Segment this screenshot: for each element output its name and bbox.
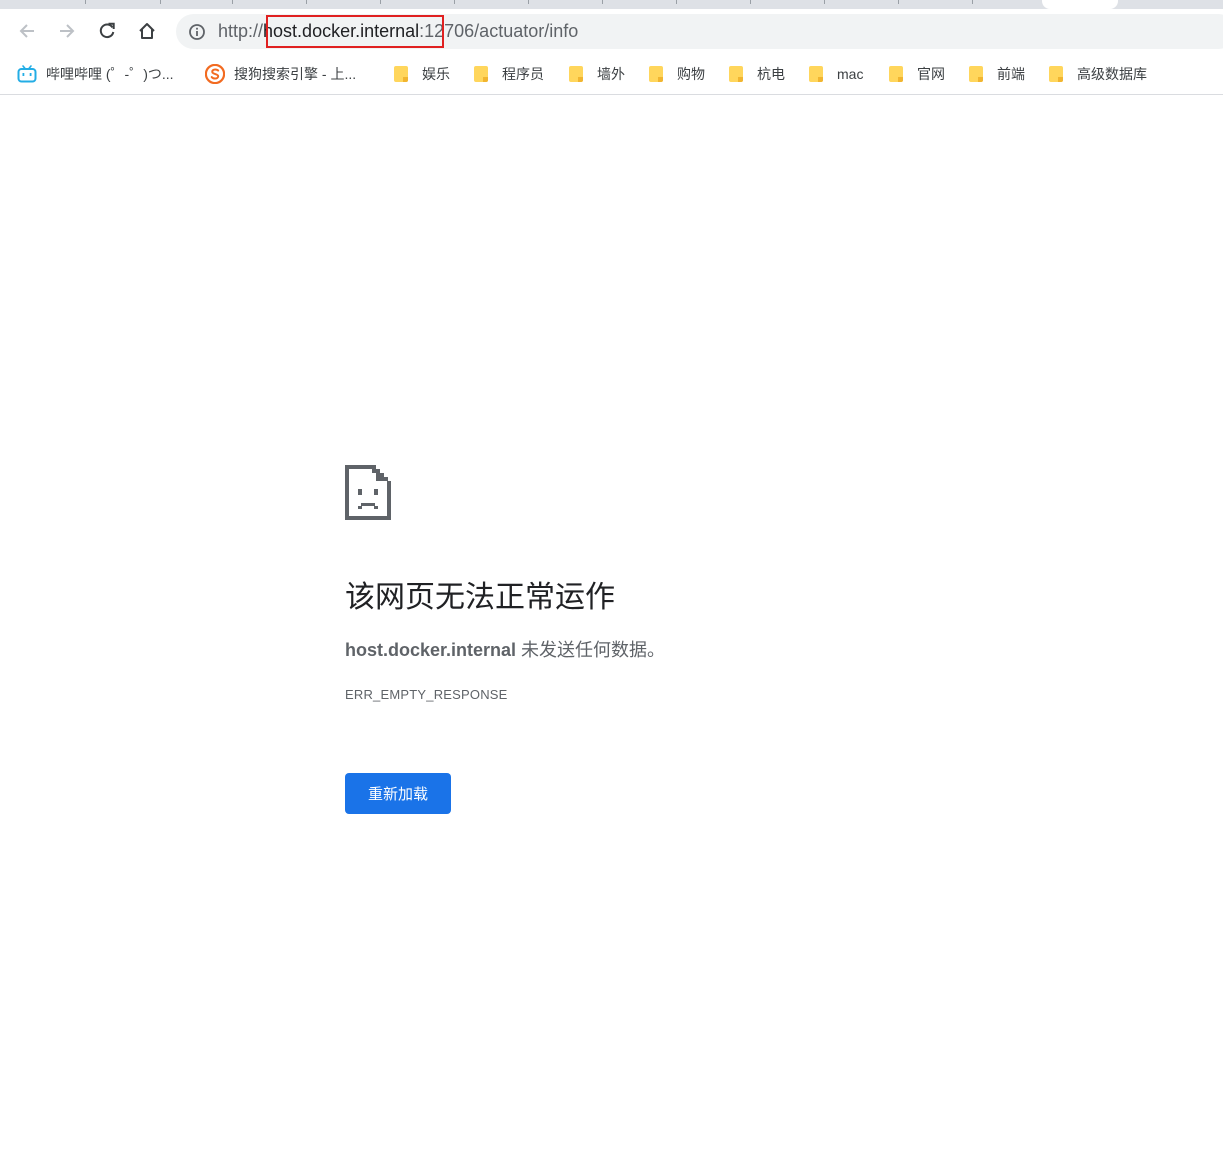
bookmark-bilibili[interactable]: 哔哩哔哩 (゜-゜)つ...: [17, 62, 174, 86]
url-scheme: http://: [218, 21, 264, 41]
folder-icon: [729, 65, 745, 83]
tab-separator: [898, 0, 899, 4]
error-description: host.docker.internal 未发送任何数据。: [345, 638, 665, 662]
sogou-icon: [205, 64, 225, 84]
bookmark-folder[interactable]: 高级数据库: [1047, 62, 1147, 86]
back-button[interactable]: [11, 15, 43, 47]
folder-icon: [394, 65, 410, 83]
bookmark-label: 购物: [677, 66, 705, 82]
url-host: host.docker.internal: [263, 21, 420, 41]
bookmark-label: 搜狗搜索引擎 - 上...: [234, 66, 357, 82]
bookmark-label: 前端: [997, 66, 1025, 82]
bookmark-label: 程序员: [502, 66, 544, 82]
bookmark-label: 哔哩哔哩 (゜-゜)つ...: [46, 66, 174, 82]
tab-separator: [676, 0, 677, 4]
tab-separator: [528, 0, 529, 4]
error-title: 该网页无法正常运作: [345, 581, 615, 614]
tab-separator: [824, 0, 825, 4]
info-icon[interactable]: [188, 23, 206, 41]
bookmark-label: 娱乐: [422, 66, 450, 82]
reload-icon: [99, 22, 115, 39]
bookmark-label: mac: [837, 66, 864, 82]
bookmark-folder[interactable]: 娱乐: [392, 62, 450, 86]
browser-toolbar: http://host.docker.internal:12706/actuat…: [0, 9, 1223, 54]
tab-separator: [380, 0, 381, 4]
bookmark-label: 杭电: [757, 66, 785, 82]
tab-separator: [750, 0, 751, 4]
arrow-right-icon: [60, 24, 75, 38]
active-tab[interactable]: [1042, 0, 1118, 9]
folder-icon: [649, 65, 665, 83]
home-button[interactable]: [131, 15, 163, 47]
arrow-left-icon: [19, 24, 34, 38]
reload-page-button[interactable]: 重新加载: [345, 773, 451, 814]
forward-button[interactable]: [51, 15, 83, 47]
tab-separator: [454, 0, 455, 4]
folder-icon: [969, 65, 985, 83]
url-text[interactable]: http://host.docker.internal:12706/actuat…: [218, 21, 578, 41]
home-icon: [139, 23, 155, 39]
bookmark-sogou[interactable]: 搜狗搜索引擎 - 上...: [205, 62, 356, 86]
tab-separator: [306, 0, 307, 4]
tab-separator: [85, 0, 86, 4]
bookmark-folder[interactable]: 前端: [967, 62, 1025, 86]
bookmark-folder[interactable]: 官网: [887, 62, 945, 86]
tab-separator: [972, 0, 973, 4]
reload-button[interactable]: [91, 15, 123, 47]
tab-separator: [602, 0, 603, 4]
bookmark-folder[interactable]: mac: [807, 62, 863, 86]
tab-strip: [0, 0, 1223, 9]
tab-separator: [232, 0, 233, 4]
bookmark-label: 墙外: [597, 66, 625, 82]
bookmark-label: 官网: [917, 66, 945, 82]
error-code: ERR_EMPTY_RESPONSE: [345, 687, 508, 702]
bookmark-folder[interactable]: 程序员: [472, 62, 544, 86]
folder-icon: [1049, 65, 1065, 83]
bookmark-label: 高级数据库: [1077, 66, 1147, 82]
folder-icon: [569, 65, 585, 83]
bilibili-icon: [17, 65, 37, 83]
address-bar[interactable]: http://host.docker.internal:12706/actuat…: [176, 14, 1223, 49]
error-host: host.docker.internal: [345, 640, 517, 660]
tab-separator: [160, 0, 161, 4]
folder-icon: [474, 65, 490, 83]
url-path: :12706/actuator/info: [419, 21, 579, 41]
sad-page-icon: [345, 465, 391, 520]
bookmarks-bar: 哔哩哔哩 (゜-゜)つ... 搜狗搜索引擎 - 上... 娱乐 程序员 墙外 购…: [0, 54, 1223, 95]
bookmark-folder[interactable]: 杭电: [727, 62, 785, 86]
folder-icon: [809, 65, 825, 83]
error-message: 未发送任何数据。: [516, 640, 666, 660]
folder-icon: [889, 65, 905, 83]
bookmark-folder[interactable]: 购物: [647, 62, 705, 86]
bookmark-folder[interactable]: 墙外: [567, 62, 625, 86]
